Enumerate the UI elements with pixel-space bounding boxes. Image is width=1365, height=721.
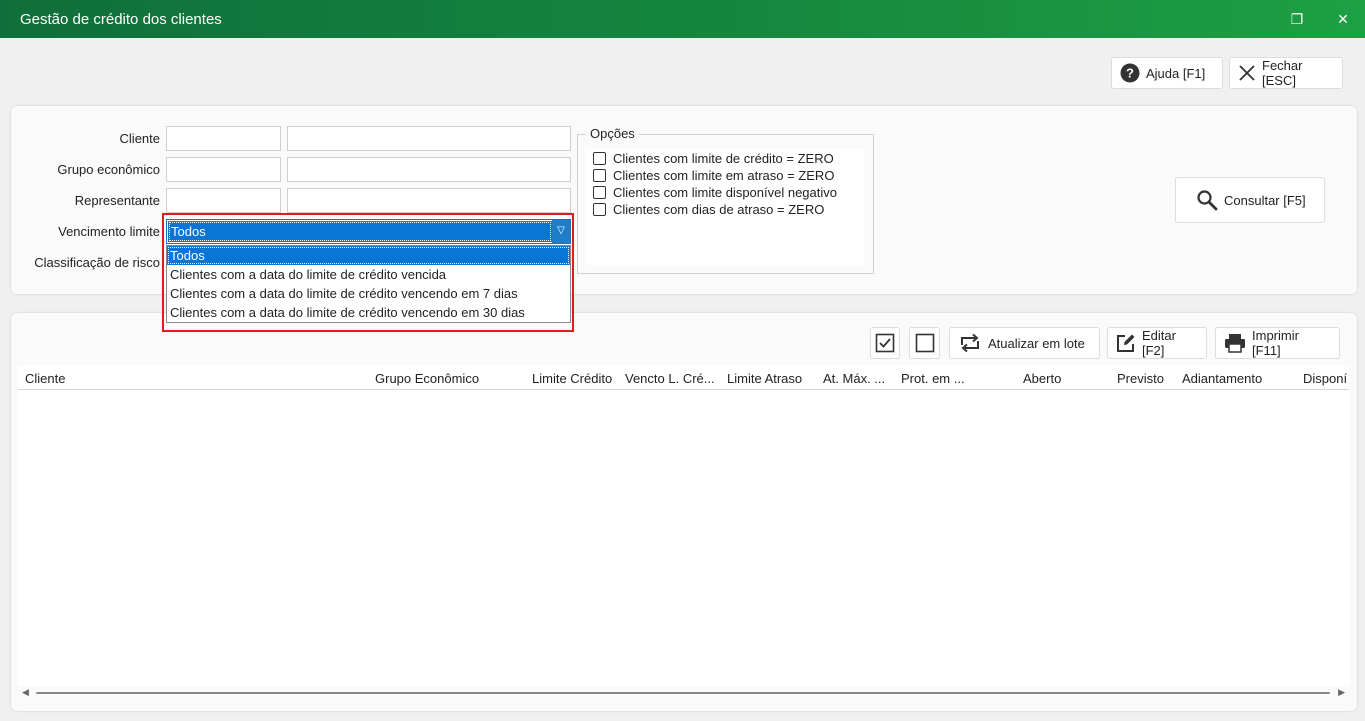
option-dias-atraso-zero[interactable]: Clientes com dias de atraso = ZERO [593, 202, 824, 217]
checkbox[interactable] [593, 152, 606, 165]
column-header-at-max[interactable]: At. Máx. ... [823, 371, 885, 386]
representante-name-input[interactable] [287, 188, 571, 213]
close-button-label: Fechar [ESC] [1262, 58, 1303, 88]
title-bar: Gestão de crédito dos clientes ❐ ✕ [0, 0, 1365, 38]
checkbox[interactable] [593, 186, 606, 199]
representante-code-input[interactable] [166, 188, 281, 213]
column-header-previsto[interactable]: Previsto [1117, 371, 1164, 386]
column-header-disponivel[interactable]: Disponí [1303, 371, 1347, 386]
column-header-grupo[interactable]: Grupo Econômico [375, 371, 479, 386]
uncheck-all-button[interactable] [909, 327, 940, 359]
scroll-right-icon[interactable]: ▶ [1338, 687, 1345, 698]
window-title: Gestão de crédito dos clientes [20, 11, 222, 28]
help-button[interactable]: ? Ajuda [F1] [1111, 57, 1223, 89]
help-button-label: Ajuda [F1] [1146, 65, 1206, 81]
column-header-limite-credito[interactable]: Limite Crédito [532, 371, 612, 386]
column-header-limite-atraso[interactable]: Limite Atraso [727, 371, 802, 386]
option-label: Clientes com limite em atraso = ZERO [613, 168, 835, 183]
grid-body[interactable] [18, 390, 1349, 686]
close-icon [1239, 65, 1255, 81]
column-header-adiantamento[interactable]: Adiantamento [1182, 371, 1262, 386]
search-icon [1197, 190, 1218, 211]
option-label: Clientes com limite disponível negativo [613, 185, 837, 200]
checkbox[interactable] [593, 169, 606, 182]
grupo-name-input[interactable] [287, 157, 571, 182]
edit-label: Editar [F2] [1142, 328, 1176, 358]
grid-header: Cliente Grupo Econômico Limite Crédito V… [18, 366, 1349, 390]
restore-window-button[interactable]: ❐ [1286, 8, 1308, 30]
svg-text:?: ? [1126, 66, 1134, 81]
batch-update-label: Atualizar em lote [988, 335, 1085, 351]
cliente-label: Cliente [119, 131, 160, 146]
help-icon: ? [1120, 63, 1140, 83]
option-label: Clientes com limite de crédito = ZERO [613, 151, 834, 166]
column-header-vencto[interactable]: Vencto L. Cré... [625, 371, 715, 386]
close-window-button[interactable]: ✕ [1332, 8, 1354, 30]
scrollbar-thumb[interactable] [36, 692, 1330, 694]
vencimento-label: Vencimento limite [58, 224, 160, 239]
option-label: Clientes com dias de atraso = ZERO [613, 202, 825, 217]
horizontal-scrollbar[interactable]: ◀ ▶ [18, 686, 1349, 700]
option-limite-zero[interactable]: Clientes com limite de crédito = ZERO [593, 151, 834, 166]
checkbox[interactable] [593, 203, 606, 216]
classificacao-label: Classificação de risco [34, 255, 160, 270]
option-disponivel-negativo[interactable]: Clientes com limite disponível negativo [593, 185, 837, 200]
edit-button[interactable]: Editar [F2] [1107, 327, 1207, 359]
check-all-button[interactable] [870, 327, 900, 359]
print-button[interactable]: Imprimir [F11] [1215, 327, 1340, 359]
uncheck-all-icon [915, 333, 934, 353]
grupo-label: Grupo econômico [57, 162, 160, 177]
highlight-box [162, 213, 574, 332]
cliente-code-input[interactable] [166, 126, 281, 151]
cliente-name-input[interactable] [287, 126, 571, 151]
print-icon [1225, 334, 1245, 353]
edit-icon [1117, 334, 1135, 352]
consultar-button[interactable]: Consultar [F5] [1175, 177, 1325, 223]
scroll-left-icon[interactable]: ◀ [22, 687, 29, 698]
options-legend: Opções [586, 126, 639, 141]
option-atraso-zero[interactable]: Clientes com limite em atraso = ZERO [593, 168, 834, 183]
print-label: Imprimir [F11] [1252, 328, 1299, 358]
column-header-cliente[interactable]: Cliente [25, 371, 65, 386]
grupo-code-input[interactable] [166, 157, 281, 182]
batch-update-button[interactable]: Atualizar em lote [949, 327, 1100, 359]
representante-label: Representante [74, 193, 160, 208]
check-all-icon [875, 333, 895, 353]
refresh-icon [961, 333, 979, 353]
close-button[interactable]: Fechar [ESC] [1229, 57, 1343, 89]
consultar-label: Consultar [F5] [1224, 192, 1306, 208]
column-header-aberto[interactable]: Aberto [1023, 371, 1061, 386]
column-header-prot[interactable]: Prot. em ... [901, 371, 965, 386]
